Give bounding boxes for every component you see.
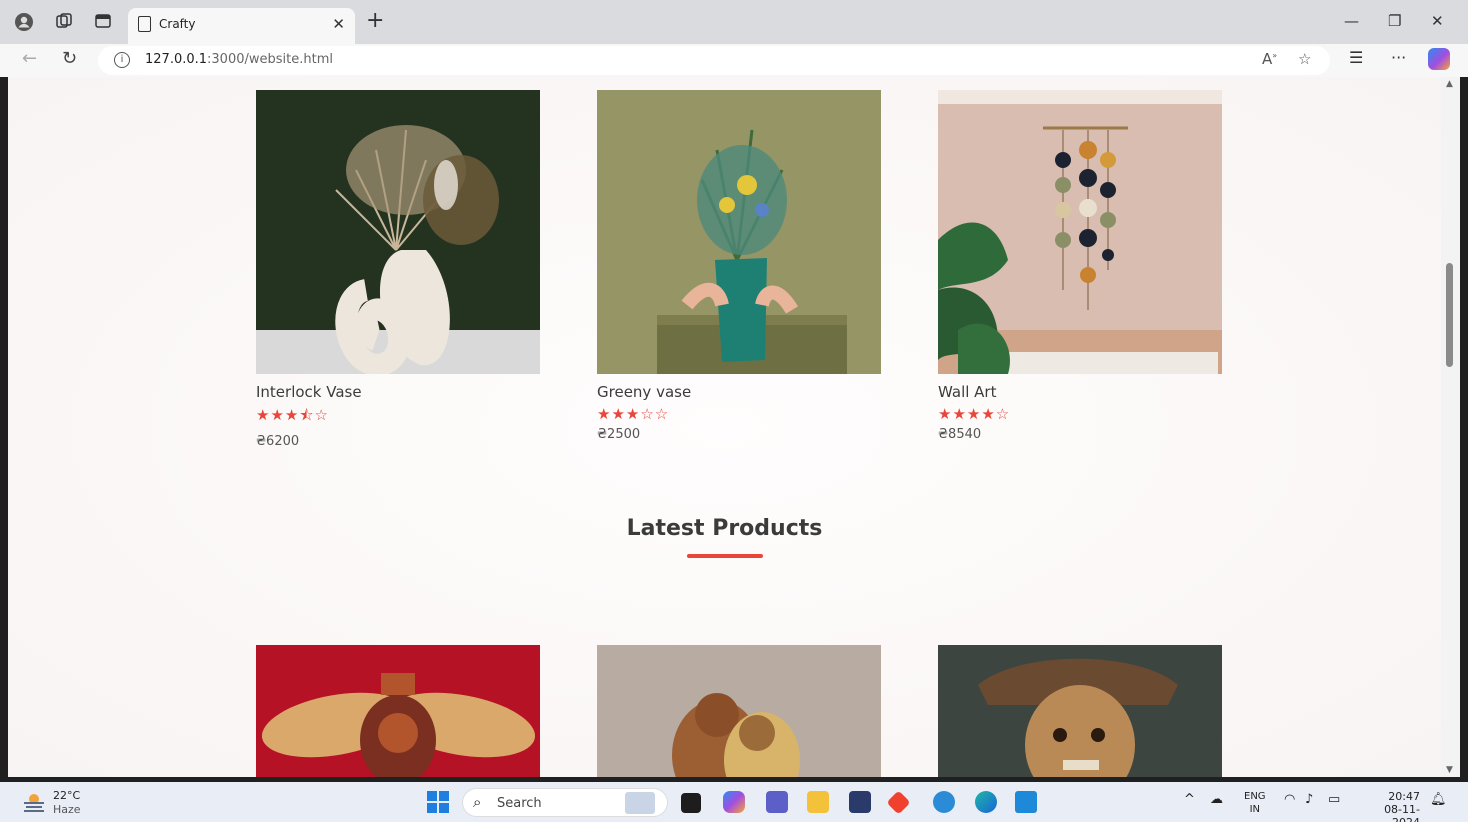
restore-icon[interactable]: ❐: [1388, 12, 1401, 30]
scroll-down-icon[interactable]: ▼: [1446, 765, 1453, 775]
refresh-icon[interactable]: ↻: [62, 48, 77, 69]
battery-icon[interactable]: ▭: [1328, 792, 1340, 807]
rating-stars: ★★★★☆: [938, 405, 1011, 423]
taskbar-search[interactable]: ⌕ Search: [462, 788, 668, 817]
product-image-interlock-vase[interactable]: [256, 90, 540, 374]
vscode-icon[interactable]: [1015, 791, 1037, 813]
product-price: ₴6200: [256, 434, 300, 449]
windows-taskbar: 22°C Haze ⌕ Search ^ ☁ ENG IN ◠ ♪ ▭ 20:4…: [0, 782, 1468, 822]
product-image-face[interactable]: [938, 645, 1222, 777]
read-aloud-icon[interactable]: A»: [1262, 50, 1277, 68]
close-tab-icon[interactable]: ✕: [332, 15, 345, 33]
product-price: ₴8540: [938, 427, 982, 442]
product-price: ₴2500: [597, 427, 641, 442]
tab-actions-icon[interactable]: [93, 12, 113, 32]
back-icon[interactable]: ←: [22, 48, 37, 69]
copilot-app-icon[interactable]: [723, 791, 745, 813]
page-viewport: Interlock Vase ★★★⯪☆ ₴6200 Greeny vase ★: [8, 77, 1441, 777]
page-scrollbar[interactable]: ▲ ▼: [1441, 77, 1460, 777]
address-field[interactable]: i 127.0.0.1:3000/website.html A» ☆: [98, 46, 1330, 75]
edge-legacy-icon[interactable]: [933, 791, 955, 813]
favorites-icon[interactable]: ☰: [1349, 48, 1363, 67]
rating-stars: ★★★☆☆: [597, 405, 670, 423]
new-tab-icon[interactable]: +: [366, 8, 384, 33]
page-icon: [138, 16, 151, 32]
weather-haze-icon[interactable]: [22, 792, 46, 812]
product-name: Greeny vase: [597, 383, 692, 401]
product-image-bee[interactable]: [256, 645, 540, 777]
wifi-icon[interactable]: ◠: [1284, 792, 1295, 807]
task-view-icon[interactable]: [681, 793, 701, 813]
teams-icon[interactable]: [766, 791, 788, 813]
temperature: 22°C: [53, 789, 81, 802]
store-icon[interactable]: [849, 791, 871, 813]
system-clock[interactable]: 20:47 08-11-2024: [1360, 790, 1420, 822]
more-menu-icon[interactable]: ···: [1391, 48, 1406, 67]
product-image-wall-art[interactable]: [938, 90, 1222, 374]
clock-time: 20:47: [1388, 790, 1420, 803]
clock-date: 08-11-2024: [1384, 803, 1420, 822]
product-name: Wall Art: [938, 383, 997, 401]
product-card[interactable]: Wall Art ★★★★☆ ₴8540: [938, 90, 1222, 442]
url-text: 127.0.0.1:3000/website.html: [145, 52, 333, 67]
tab-crafty[interactable]: Crafty ✕: [128, 8, 355, 44]
search-highlight-icon: [625, 792, 655, 814]
app-diamond-icon[interactable]: [886, 790, 911, 815]
volume-icon[interactable]: ♪: [1305, 792, 1313, 807]
edge-icon[interactable]: [975, 791, 997, 813]
windows-start-icon[interactable]: [427, 791, 449, 813]
language-indicator[interactable]: ENG IN: [1244, 790, 1266, 816]
product-name: Interlock Vase: [256, 383, 362, 401]
notification-bell-icon[interactable]: 🔔︎: [1430, 792, 1447, 807]
scroll-thumb[interactable]: [1446, 263, 1453, 367]
product-card[interactable]: Greeny vase ★★★☆☆ ₴2500: [597, 90, 881, 442]
product-image-birds[interactable]: [597, 645, 881, 777]
search-label: Search: [497, 796, 542, 811]
section-title: Latest Products: [626, 516, 823, 541]
product-image-greeny-vase[interactable]: [597, 90, 881, 374]
product-card[interactable]: Interlock Vase ★★★⯪☆ ₴6200: [256, 90, 540, 449]
weather-widget[interactable]: 22°C Haze: [53, 789, 81, 817]
chevron-up-icon[interactable]: ^: [1184, 792, 1195, 807]
address-toolbar: ← ↻ i 127.0.0.1:3000/website.html A» ☆ ☰…: [0, 44, 1468, 77]
copilot-icon[interactable]: [1428, 48, 1450, 70]
browser-titlebar: Crafty ✕ + — ❐ ✕: [0, 0, 1468, 44]
minimize-icon[interactable]: —: [1344, 12, 1359, 30]
title-underline: [687, 554, 763, 558]
rating-stars: ★★★⯪☆: [256, 406, 329, 424]
file-explorer-icon[interactable]: [807, 791, 829, 813]
lang-region: IN: [1249, 804, 1260, 815]
lang-code: ENG: [1244, 791, 1266, 802]
tab-title: Crafty: [159, 17, 196, 31]
scroll-up-icon[interactable]: ▲: [1446, 79, 1453, 89]
close-window-icon[interactable]: ✕: [1431, 12, 1444, 30]
workspaces-icon[interactable]: [54, 12, 74, 32]
info-icon[interactable]: i: [114, 52, 130, 68]
profile-icon[interactable]: [14, 12, 34, 32]
search-icon: ⌕: [473, 793, 482, 811]
onedrive-icon[interactable]: ☁: [1210, 792, 1223, 807]
weather-condition: Haze: [53, 803, 81, 816]
favorite-star-icon[interactable]: ☆: [1298, 50, 1311, 68]
